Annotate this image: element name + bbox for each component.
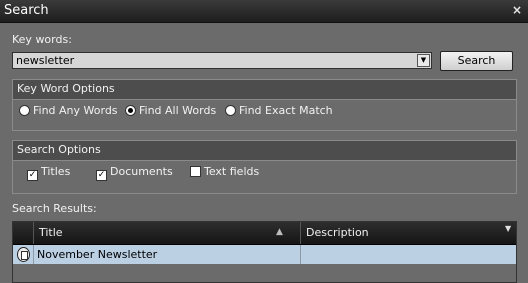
sort-ascending-icon[interactable]: ▲ [276, 227, 283, 237]
option-find-any-words[interactable]: Find Any Words [19, 104, 118, 117]
search-options-group: Search Options ✓ Titles ✓ Documents Text f… [12, 140, 517, 194]
row-title: November Newsletter [37, 248, 158, 261]
option-find-all-words[interactable]: Find All Words [125, 104, 216, 117]
column-divider [33, 222, 34, 244]
results-grid: Title ▲ Description ▼ November Newslette… [12, 221, 517, 283]
option-label: Titles [41, 165, 71, 178]
option-find-exact-match[interactable]: Find Exact Match [225, 104, 333, 117]
option-documents[interactable]: ✓ Documents [96, 165, 173, 181]
option-text-fields[interactable]: Text fields [190, 165, 259, 178]
checkbox-checked[interactable]: ✓ [27, 170, 38, 181]
keyword-options-group: Key Word Options Find Any Words Find All… [12, 79, 517, 131]
checkbox-checked[interactable]: ✓ [96, 170, 107, 181]
window-title: Search [4, 3, 49, 18]
results-header: Title ▲ Description ▼ [13, 222, 516, 245]
radio-button[interactable] [225, 105, 236, 116]
close-icon[interactable]: × [512, 3, 522, 17]
document-icon [17, 247, 30, 262]
option-label: Find Any Words [33, 104, 118, 117]
option-label: Find All Words [139, 104, 217, 117]
checkbox-unchecked[interactable] [190, 166, 201, 177]
keywords-label: Key words: [12, 33, 72, 46]
option-label: Find Exact Match [239, 104, 333, 117]
title-bar: Search × [0, 0, 528, 23]
search-button[interactable]: Search [440, 51, 513, 71]
search-results-label: Search Results: [12, 202, 97, 215]
search-options-header: Search Options [13, 141, 516, 161]
keywords-value: newsletter [16, 54, 75, 67]
column-divider [300, 245, 301, 264]
filter-icon[interactable]: ▼ [505, 224, 511, 233]
keywords-combobox[interactable]: newsletter ▼ [12, 52, 432, 69]
option-label: Text fields [204, 165, 260, 178]
column-divider [300, 222, 301, 244]
table-row[interactable]: November Newsletter [13, 245, 516, 264]
column-divider [33, 245, 34, 264]
chevron-down-icon[interactable]: ▼ [417, 54, 430, 67]
option-label: Documents [110, 165, 173, 178]
radio-button[interactable] [19, 105, 30, 116]
option-titles[interactable]: ✓ Titles [27, 165, 70, 181]
column-header-description[interactable]: Description [306, 226, 369, 239]
column-header-title[interactable]: Title [39, 226, 63, 239]
radio-button-selected[interactable] [125, 105, 136, 116]
keyword-options-header: Key Word Options [13, 80, 516, 100]
